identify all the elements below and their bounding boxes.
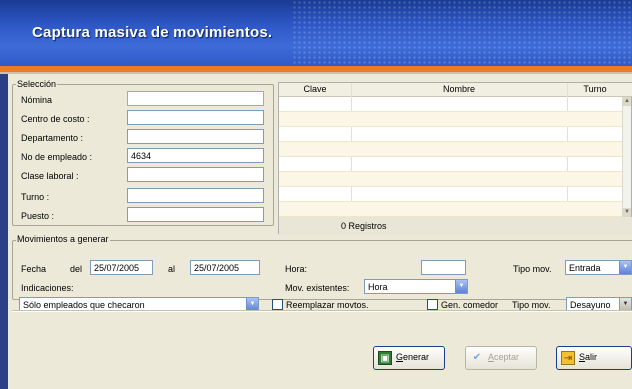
centro-costo-label: Centro de costo : xyxy=(21,114,90,124)
puesto-label: Puesto : xyxy=(21,211,55,221)
aceptar-label: ceptar xyxy=(494,352,520,362)
scroll-up-icon[interactable]: ▲ xyxy=(623,97,631,106)
salir-label: alir xyxy=(585,352,598,362)
record-count: 0 Registros xyxy=(341,221,387,231)
fecha-desde-input[interactable]: 25/07/2005 xyxy=(90,260,153,275)
fecha-label: Fecha xyxy=(21,264,47,274)
grid-row xyxy=(279,112,623,127)
title-bar: Captura masiva de movimientos. xyxy=(0,0,632,66)
footer-divider-highlight xyxy=(12,311,632,312)
tipo-mov2-label: Tipo mov. xyxy=(512,300,551,310)
nomina-label: Nómina xyxy=(21,95,53,105)
grid-footer: 0 Registros xyxy=(279,217,632,235)
salir-button[interactable]: ⇥ Salir xyxy=(556,346,632,370)
generar-icon: ▣ xyxy=(378,351,392,365)
seleccion-legend: Selección xyxy=(16,79,58,89)
fecha-hasta-input[interactable]: 25/07/2005 xyxy=(190,260,260,275)
chevron-down-icon[interactable]: ▼ xyxy=(455,280,467,293)
grid-row xyxy=(279,142,623,157)
window-title: Captura masiva de movimientos. xyxy=(32,24,273,41)
hora-input[interactable] xyxy=(421,260,466,275)
tipo-mov-select[interactable]: Entrada ▼ xyxy=(565,260,632,275)
no-empleado-input[interactable]: 4634 xyxy=(127,148,264,163)
reemplazar-label[interactable]: Reemplazar movtos. xyxy=(286,300,369,310)
grid-row xyxy=(279,157,623,172)
grid-vertical-scrollbar[interactable]: ▲ ▼ xyxy=(622,97,631,217)
salir-icon: ⇥ xyxy=(561,351,575,365)
indicaciones-label: Indicaciones: xyxy=(21,283,74,293)
mov-existentes-label: Mov. existentes: xyxy=(285,283,350,293)
departamento-input[interactable] xyxy=(127,129,264,144)
gen-comedor-label[interactable]: Gen. comedor xyxy=(441,300,498,310)
del-label: del xyxy=(70,264,83,274)
grid-header: Clave Nombre Turno xyxy=(279,83,632,97)
clase-laboral-input[interactable] xyxy=(127,167,264,182)
grid-header-nombre[interactable]: Nombre xyxy=(351,84,567,94)
grid-row xyxy=(279,187,623,202)
grid-row xyxy=(279,202,623,217)
centro-costo-input[interactable] xyxy=(127,110,264,125)
tipo-mov-value: Entrada xyxy=(569,263,601,273)
grid-row xyxy=(279,97,623,112)
tipo-mov-label: Tipo mov. xyxy=(513,264,552,274)
accent-stripe-shadow xyxy=(0,72,632,74)
grid-header-clave[interactable]: Clave xyxy=(279,84,351,94)
no-empleado-label: No de empleado : xyxy=(21,152,93,162)
generar-accel: G xyxy=(396,352,404,362)
reemplazar-checkbox[interactable] xyxy=(272,299,283,310)
nomina-input[interactable] xyxy=(127,91,264,106)
movimientos-legend: Movimientos a generar xyxy=(16,234,110,244)
main-window: Captura masiva de movimientos. Selección… xyxy=(0,0,632,389)
window-left-edge xyxy=(0,74,8,389)
title-pattern xyxy=(292,0,632,66)
scroll-down-icon[interactable]: ▼ xyxy=(623,208,631,217)
grid-row xyxy=(279,127,623,142)
gen-comedor-checkbox[interactable] xyxy=(427,299,438,310)
al-label: al xyxy=(168,264,176,274)
indicaciones-value: Sólo empleados que checaron xyxy=(23,300,145,310)
grid-row xyxy=(279,172,623,187)
chevron-down-icon[interactable]: ▼ xyxy=(619,261,631,274)
generar-button[interactable]: ▣ Generar xyxy=(373,346,445,370)
mov-existentes-value: Hora xyxy=(368,282,388,292)
turno-input[interactable] xyxy=(127,188,264,203)
grid-header-turno[interactable]: Turno xyxy=(567,84,623,94)
clase-laboral-label: Clase laboral : xyxy=(21,171,79,181)
mov-existentes-select[interactable]: Hora ▼ xyxy=(364,279,468,294)
aceptar-check-icon: ✔ xyxy=(472,352,482,363)
aceptar-button[interactable]: ✔ Aceptar xyxy=(465,346,537,370)
generar-label: enerar xyxy=(403,352,430,362)
employees-grid[interactable]: Clave Nombre Turno ▲ ▼ 0 Registros xyxy=(278,82,632,235)
hora-label: Hora: xyxy=(285,264,308,274)
departamento-label: Departamento : xyxy=(21,133,84,143)
puesto-input[interactable] xyxy=(127,207,264,222)
turno-label: Turno : xyxy=(21,192,50,202)
tipo-mov2-value: Desayuno xyxy=(570,300,611,310)
